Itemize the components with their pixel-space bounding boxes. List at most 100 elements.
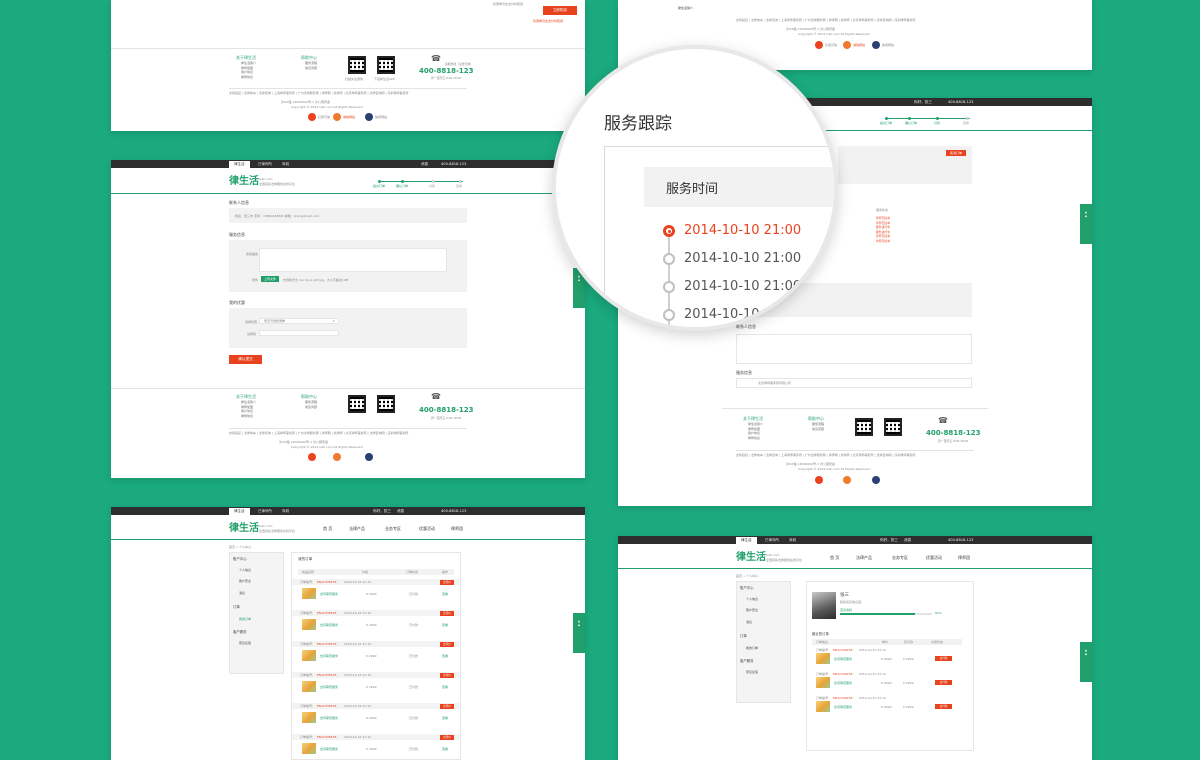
order-action-button[interactable]: 去评价 (440, 610, 454, 616)
about-link[interactable]: 律生活简介 (241, 61, 256, 66)
sidebar-item-feedback[interactable]: 意见反馈 (239, 641, 251, 645)
nav-promotions[interactable]: 优惠活动 (926, 555, 942, 561)
topbar-user[interactable]: 消息 (421, 160, 428, 168)
help-link[interactable]: 常见问题 (305, 66, 317, 71)
pay-button[interactable]: 去付款 (935, 680, 952, 685)
tab-mall[interactable]: 商城 (784, 537, 801, 544)
tab-mall[interactable]: 商城 (277, 508, 294, 515)
sidebar-item-profile[interactable]: 个人信息 (746, 597, 758, 601)
order-id[interactable]: EN12345678 (317, 704, 336, 708)
order-action-button[interactable]: 去评价 (440, 703, 454, 709)
order-action-button[interactable]: 去评价 (440, 734, 454, 740)
order-view-link[interactable]: 查看 (442, 654, 448, 658)
order-view-link[interactable]: 查看 (442, 747, 448, 751)
coupon-select[interactable]: 暂无可用优惠券 (259, 318, 339, 324)
sidebar-item-messages[interactable]: 消息 (239, 591, 245, 595)
sidebar-item-service[interactable]: 客户服务 (233, 629, 247, 634)
nav-home[interactable]: 首 页 (323, 526, 332, 532)
nav-lawyers[interactable]: 律师团 (451, 526, 463, 532)
nav-lawyers[interactable]: 律师团 (958, 555, 970, 561)
product-name[interactable]: 合同审查服务 (320, 654, 338, 658)
about-link[interactable]: 律生活简介 (241, 400, 256, 405)
tab-firm[interactable]: 已律师所 (760, 537, 784, 544)
sidebar-item-feedback[interactable]: 意见反馈 (746, 670, 758, 674)
nav-business[interactable]: 业务专区 (385, 526, 401, 532)
sidebar-item-orders[interactable]: 订单 (233, 604, 240, 609)
buy-now-button[interactable]: 立即购买 (543, 6, 577, 15)
sidebar-item-security[interactable]: 账户安全 (239, 579, 251, 583)
tab-mall[interactable]: 商城 (277, 161, 294, 168)
code-input[interactable] (259, 330, 339, 336)
sidebar-item-messages[interactable]: 消息 (746, 620, 752, 624)
product-name[interactable]: 合同审查服务 (320, 685, 338, 689)
pay-button[interactable]: 去付款 (935, 704, 952, 709)
side-service-tab[interactable]: ▲ ◆ (1080, 642, 1092, 682)
nav-home[interactable]: 首 页 (830, 555, 839, 561)
upload-button[interactable]: 上传文件 (261, 276, 279, 282)
sidebar-item-account[interactable]: 账户中心 (233, 556, 247, 561)
about-link[interactable]: 律生活简介 (748, 422, 763, 427)
order-view-link[interactable]: 查看 (442, 592, 448, 596)
cancel-order-button[interactable]: 取消订单 (946, 150, 966, 156)
tab-firm[interactable]: 已律师所 (253, 161, 277, 168)
complete-profile-link[interactable]: 完善资料 (840, 608, 852, 612)
help-link[interactable]: 常见问题 (812, 427, 824, 432)
product-name[interactable]: 合同审查服务 (320, 716, 338, 720)
site-logo[interactable]: 律生活 (736, 553, 766, 563)
sidebar-item-security[interactable]: 账户安全 (746, 608, 758, 612)
sidebar-item-my-orders[interactable]: 我的订单 (746, 646, 758, 650)
pay-button[interactable]: 去付款 (935, 656, 952, 661)
sidebar-item-my-orders[interactable]: 我的订单 (239, 617, 251, 621)
side-service-tab[interactable]: ▲ ◆ (573, 613, 585, 653)
tab-home[interactable]: 律生活 (229, 508, 250, 515)
order-id[interactable]: EN12345678 (833, 648, 852, 652)
topbar-user[interactable]: 你好，张三 (373, 507, 391, 515)
order-id[interactable]: EN12345678 (317, 580, 336, 584)
coupon-link[interactable]: 优惠券可在支付时使用 (533, 19, 563, 23)
product-name[interactable]: 合同审查服务 (320, 592, 338, 596)
submit-order-button[interactable]: 确认提交 (229, 355, 262, 364)
help-link[interactable]: 服务流程 (305, 61, 317, 66)
order-view-link[interactable]: 查看 (442, 685, 448, 689)
avatar[interactable] (812, 592, 836, 619)
nav-products[interactable]: 法律产品 (349, 526, 365, 532)
order-action-button[interactable]: 去评价 (440, 641, 454, 647)
site-logo[interactable]: 律生活 (229, 524, 259, 534)
order-id[interactable]: EN12345678 (317, 673, 336, 677)
about-link[interactable]: 律师协议 (748, 436, 763, 441)
order-id[interactable]: EN12345678 (833, 696, 852, 700)
tab-home[interactable]: 律生活 (736, 537, 757, 544)
product-name[interactable]: 合同审查服务 (320, 623, 338, 627)
topbar-messages[interactable]: 消息 (904, 536, 911, 544)
help-link[interactable]: 常见问题 (305, 405, 317, 410)
about-link[interactable]: 律师协议 (241, 75, 256, 80)
sidebar-item-account[interactable]: 账户中心 (740, 585, 754, 590)
topbar-user[interactable]: 你好，张三 (914, 98, 932, 106)
nav-products[interactable]: 法律产品 (856, 555, 872, 561)
help-link[interactable]: 服务流程 (812, 422, 824, 427)
sidebar-item-service[interactable]: 客户服务 (740, 658, 754, 663)
topbar-messages[interactable]: 消息 (397, 507, 404, 515)
nav-business[interactable]: 业务专区 (892, 555, 908, 561)
order-view-link[interactable]: 查看 (442, 623, 448, 627)
product-name[interactable]: 合同审查服务 (834, 681, 852, 685)
sidebar-item-profile[interactable]: 个人信息 (239, 568, 251, 572)
topbar-user[interactable]: 你好，张三 (880, 536, 898, 544)
order-view-link[interactable]: 查看 (442, 716, 448, 720)
order-action-button[interactable]: 去评价 (440, 672, 454, 678)
help-link[interactable]: 服务流程 (305, 400, 317, 405)
order-id[interactable]: EN12345678 (833, 672, 852, 676)
product-name[interactable]: 合同审查服务 (834, 705, 852, 709)
nav-promotions[interactable]: 优惠活动 (419, 526, 435, 532)
site-logo[interactable]: 律生活 (229, 177, 259, 187)
tab-firm[interactable]: 已律师所 (253, 508, 277, 515)
product-name[interactable]: 合同审查服务 (320, 747, 338, 751)
order-id[interactable]: EN12345678 (317, 611, 336, 615)
sidebar-item-orders[interactable]: 订单 (740, 633, 747, 638)
order-id[interactable]: EN12345678 (317, 735, 336, 739)
product-name[interactable]: 合同审查服务 (834, 657, 852, 661)
order-action-button[interactable]: 去评价 (440, 579, 454, 585)
description-textarea[interactable] (259, 248, 447, 272)
tab-home[interactable]: 律生活 (229, 161, 250, 168)
order-id[interactable]: EN12345678 (317, 642, 336, 646)
